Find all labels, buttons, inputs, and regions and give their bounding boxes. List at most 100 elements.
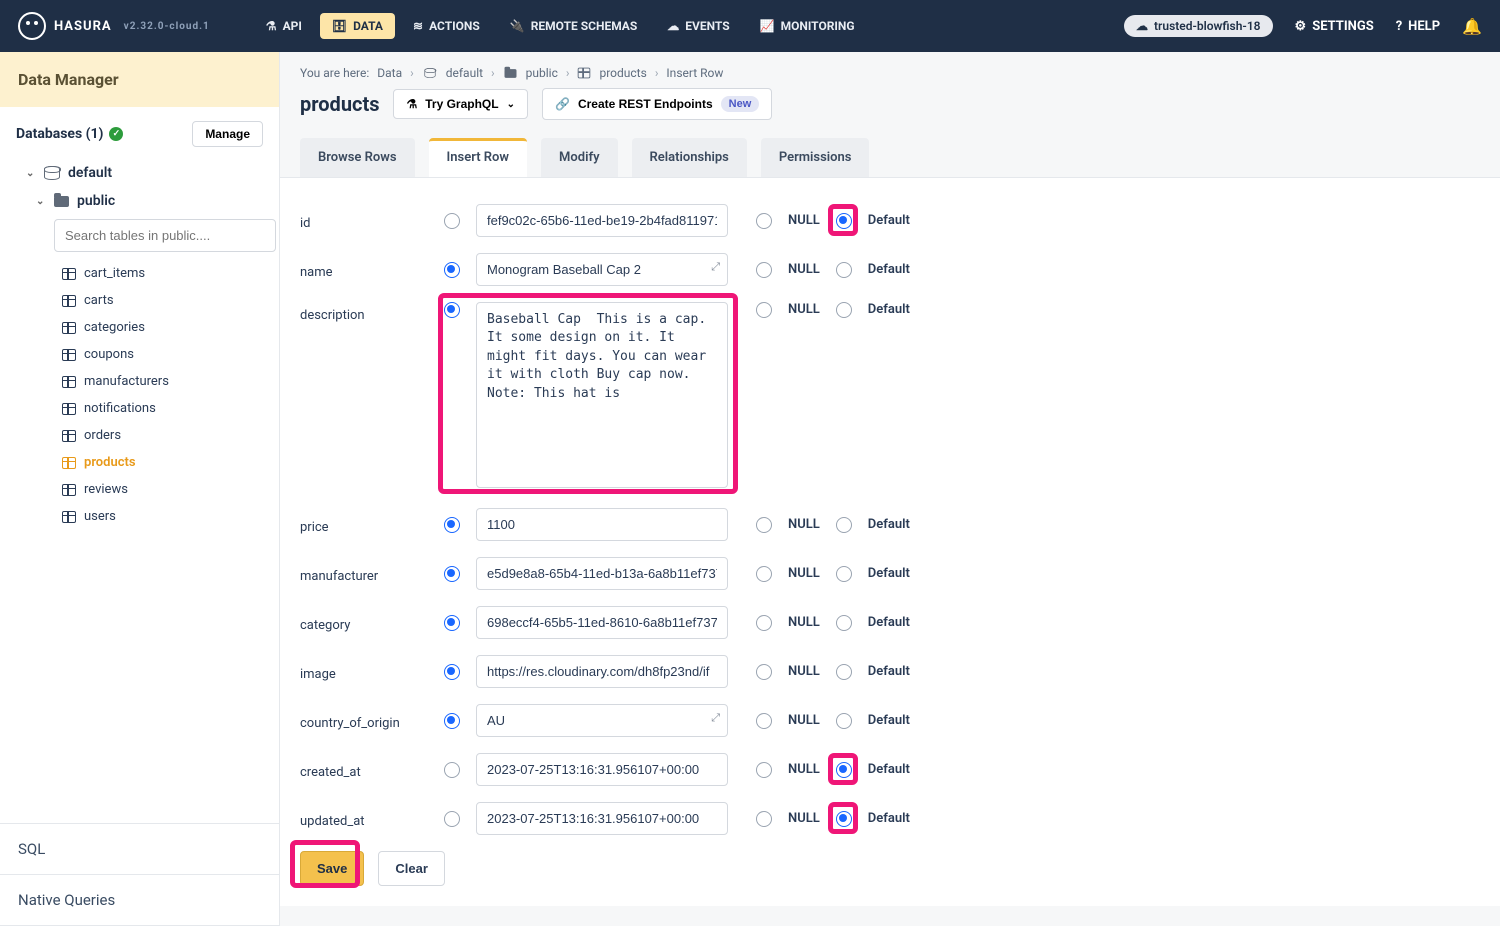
name-default-radio[interactable] [836,262,852,278]
table-item-coupons[interactable]: coupons [62,341,271,368]
nav-remote-schemas[interactable]: 🔌REMOTE SCHEMAS [498,13,649,39]
create-rest-button[interactable]: 🔗 Create REST Endpoints New [542,88,772,120]
breadcrumb-item[interactable]: products [599,66,646,80]
country_of_origin-default-radio[interactable] [836,713,852,729]
updated_at-value-radio[interactable] [444,811,460,827]
table-icon [62,484,76,496]
description-input[interactable]: Baseball Cap This is a cap. It some desi… [476,302,728,488]
native-queries-link[interactable]: Native Queries [0,875,279,926]
category-value-radio[interactable] [444,615,460,631]
expand-icon[interactable]: ⤢ [711,711,720,725]
cloud-icon: ☁ [667,19,679,33]
breadcrumb-item[interactable]: default [446,66,483,80]
price-null-radio[interactable] [756,517,772,533]
id-null-radio[interactable] [756,213,772,229]
updated_at-input[interactable] [476,802,728,835]
description-default-radio[interactable] [836,302,852,318]
search-tables-input[interactable] [54,219,276,252]
table-item-notifications[interactable]: notifications [62,395,271,422]
id-default-radio[interactable] [836,213,852,229]
settings-link[interactable]: ⚙ SETTINGS [1295,19,1374,34]
tab-insert-row[interactable]: Insert Row [429,138,528,177]
table-item-categories[interactable]: categories [62,314,271,341]
manufacturer-input[interactable] [476,557,728,590]
tab-relationships[interactable]: Relationships [632,138,747,177]
category-null-radio[interactable] [756,615,772,631]
nav-monitoring[interactable]: 📈MONITORING [748,13,867,39]
nav-events[interactable]: ☁EVENTS [655,13,741,39]
sidebar: Data Manager Databases (1) ✓ Manage ⌄ de… [0,52,280,926]
id-value-radio[interactable] [444,213,460,229]
gear-icon: ⚙ [1295,19,1307,34]
description-null-radio[interactable] [756,302,772,318]
price-value-radio[interactable] [444,517,460,533]
sql-link[interactable]: SQL [0,824,279,875]
nav-api[interactable]: ⚗API [254,13,314,39]
table-item-users[interactable]: users [62,503,271,530]
image-input[interactable] [476,655,728,688]
image-value-radio[interactable] [444,664,460,680]
database-node[interactable]: ⌄ default [20,159,271,187]
clear-button[interactable]: Clear [378,851,445,886]
tab-permissions[interactable]: Permissions [761,138,870,177]
schema-node[interactable]: ⌄ public [20,187,271,215]
image-default-radio[interactable] [836,664,852,680]
country_of_origin-null-radio[interactable] [756,713,772,729]
name-null-radio[interactable] [756,262,772,278]
null-label: NULL [788,615,820,630]
breadcrumb-prefix: You are here: [300,66,369,80]
created_at-null-radio[interactable] [756,762,772,778]
manufacturer-value-radio[interactable] [444,566,460,582]
name-input[interactable] [476,253,728,286]
save-button[interactable]: Save [300,851,364,886]
description-value-radio[interactable] [444,302,460,318]
created_at-default-radio[interactable] [836,762,852,778]
tab-modify[interactable]: Modify [541,138,618,177]
default-label: Default [868,566,910,581]
price-input[interactable] [476,508,728,541]
flask-icon: ⚗ [266,19,277,33]
expand-icon[interactable]: ⤢ [711,260,720,274]
table-item-carts[interactable]: carts [62,287,271,314]
chart-icon: 📈 [760,19,775,33]
updated_at-default-radio[interactable] [836,811,852,827]
tab-browse-rows[interactable]: Browse Rows [300,138,415,177]
manufacturer-null-radio[interactable] [756,566,772,582]
manufacturer-default-radio[interactable] [836,566,852,582]
project-name: trusted-blowfish-18 [1154,19,1261,33]
try-graphql-button[interactable]: ⚗ Try GraphQL ⌄ [393,89,528,119]
table-item-orders[interactable]: orders [62,422,271,449]
updated_at-null-radio[interactable] [756,811,772,827]
price-default-radio[interactable] [836,517,852,533]
content: You are here: Data › default › public › … [280,52,1500,926]
nav-items: ⚗API🗄DATA≋ACTIONS🔌REMOTE SCHEMAS☁EVENTS 📈… [254,13,867,39]
table-name: reviews [84,482,128,497]
table-icon [62,457,76,469]
id-input[interactable] [476,204,728,237]
image-null-radio[interactable] [756,664,772,680]
help-link[interactable]: ? HELP [1396,19,1440,34]
project-pill[interactable]: ☁ trusted-blowfish-18 [1124,15,1273,37]
table-item-reviews[interactable]: reviews [62,476,271,503]
null-label: NULL [788,762,820,777]
table-item-products[interactable]: products [62,449,271,476]
country_of_origin-input[interactable] [476,704,728,737]
category-default-radio[interactable] [836,615,852,631]
category-input[interactable] [476,606,728,639]
manage-button[interactable]: Manage [192,121,263,147]
created_at-input[interactable] [476,753,728,786]
table-item-cart_items[interactable]: cart_items [62,260,271,287]
table-list: cart_itemscarts categories couponsmanufact… [20,260,271,530]
table-name: categories [84,320,145,335]
created_at-value-radio[interactable] [444,762,460,778]
breadcrumb-item[interactable]: public [526,66,558,80]
country_of_origin-value-radio[interactable] [444,713,460,729]
breadcrumb-item: Insert Row [666,66,723,80]
breadcrumb-item[interactable]: Data [377,66,402,80]
table-item-manufacturers[interactable]: manufacturers [62,368,271,395]
bell-icon[interactable]: 🔔 [1462,17,1482,36]
nav-actions[interactable]: ≋ACTIONS [401,13,492,39]
name-value-radio[interactable] [444,262,460,278]
nav-data[interactable]: 🗄DATA [320,13,395,39]
nav-label: DATA [353,19,383,33]
